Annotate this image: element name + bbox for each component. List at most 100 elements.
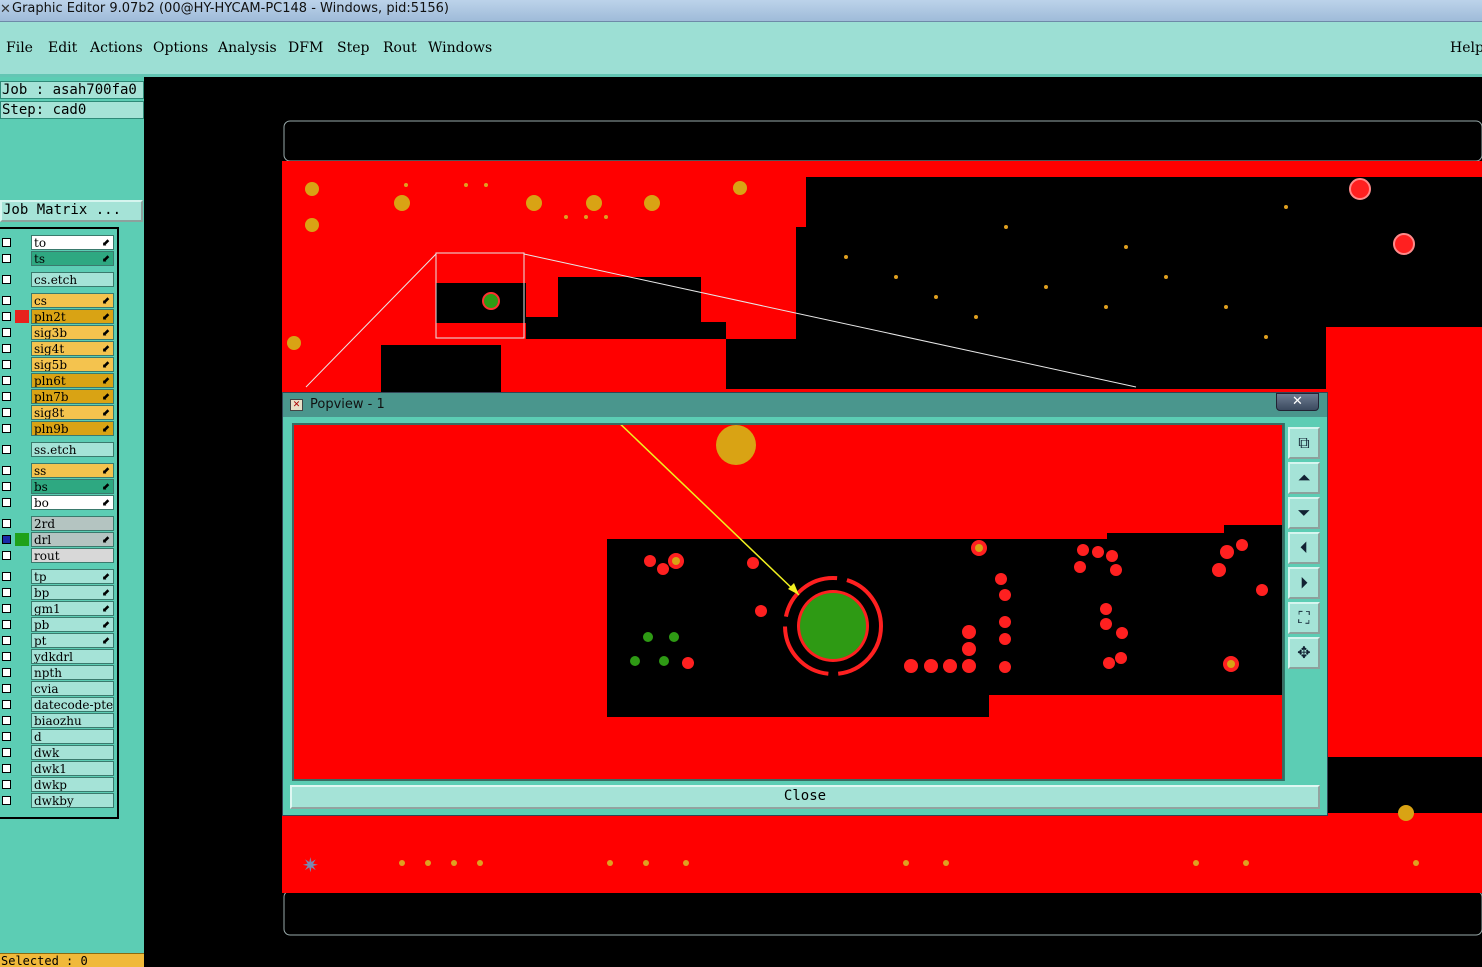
layer-name[interactable]: sig3b ⬋ [31, 325, 114, 340]
layer-row-ts[interactable]: ts ⬋ [0, 251, 116, 266]
layer-name[interactable]: biaozhu [31, 713, 114, 728]
layer-row-dwk1[interactable]: dwk1 [0, 761, 116, 776]
layer-checkbox[interactable] [2, 376, 11, 385]
layer-name[interactable]: dwk [31, 745, 114, 760]
layer-name[interactable]: ts ⬋ [31, 251, 114, 266]
zoom-home-icon[interactable]: ✥ [1288, 637, 1320, 669]
layer-name[interactable]: cvia [31, 681, 114, 696]
layer-row-sig4t[interactable]: sig4t ⬋ [0, 341, 116, 356]
menu-options[interactable]: Options [153, 40, 208, 56]
menu-edit[interactable]: Edit [48, 40, 77, 56]
layer-row-tp[interactable]: tp ⬋ [0, 569, 116, 584]
layer-name[interactable]: ss.etch [31, 442, 114, 457]
layer-row-pt[interactable]: pt ⬋ [0, 633, 116, 648]
layer-row-cs-etch[interactable]: cs.etch [0, 272, 116, 287]
menu-rout[interactable]: Rout [383, 40, 417, 56]
layer-name[interactable]: drl ⬋ [31, 532, 114, 547]
pan-up-icon[interactable]: ⏶ [1288, 462, 1320, 494]
layer-checkbox[interactable] [2, 796, 11, 805]
layer-name[interactable]: sig8t ⬋ [31, 405, 114, 420]
layer-row-pln7b[interactable]: pln7b ⬋ [0, 389, 116, 404]
menu-file[interactable]: File [6, 40, 33, 56]
layer-checkbox[interactable] [2, 328, 11, 337]
layer-checkbox[interactable] [2, 636, 11, 645]
layer-checkbox[interactable] [2, 360, 11, 369]
menu-analysis[interactable]: Analysis [218, 40, 277, 56]
layer-checkbox[interactable] [2, 572, 11, 581]
layer-name[interactable]: pt ⬋ [31, 633, 114, 648]
layer-checkbox[interactable] [2, 780, 11, 789]
layer-row-cs[interactable]: cs ⬋ [0, 293, 116, 308]
popview-close-icon[interactable]: ✕ [1276, 393, 1319, 411]
layer-name[interactable]: 2rd [31, 516, 114, 531]
layer-row-d[interactable]: d [0, 729, 116, 744]
layer-name[interactable]: bs ⬋ [31, 479, 114, 494]
layer-checkbox[interactable] [2, 668, 11, 677]
menu-dfm[interactable]: DFM [288, 40, 323, 56]
layer-checkbox[interactable] [2, 700, 11, 709]
layer-name[interactable]: pln7b ⬋ [31, 389, 114, 404]
layer-row-pln6t[interactable]: pln6t ⬋ [0, 373, 116, 388]
popview-close-button[interactable]: Close [290, 785, 1320, 809]
layer-checkbox[interactable] [2, 620, 11, 629]
pan-down-icon[interactable]: ⏷ [1288, 497, 1320, 529]
layer-checkbox[interactable] [2, 445, 11, 454]
pan-right-icon[interactable]: ⏵ [1288, 567, 1320, 599]
layer-name[interactable]: tp ⬋ [31, 569, 114, 584]
layer-name[interactable]: pln6t ⬋ [31, 373, 114, 388]
layer-row-dwkby[interactable]: dwkby [0, 793, 116, 808]
layer-checkbox[interactable] [2, 254, 11, 263]
layer-row-bo[interactable]: bo ⬋ [0, 495, 116, 510]
layer-name[interactable]: pb ⬋ [31, 617, 114, 632]
layer-name[interactable]: to ⬋ [31, 235, 114, 250]
layer-row-drl[interactable]: drl ⬋ [0, 532, 116, 547]
layer-name[interactable]: sig5b ⬋ [31, 357, 114, 372]
layer-checkbox[interactable] [2, 604, 11, 613]
layer-name[interactable]: pln2t ⬋ [31, 309, 114, 324]
layer-name[interactable]: ss ⬋ [31, 463, 114, 478]
menu-step[interactable]: Step [337, 40, 369, 56]
layer-checkbox[interactable] [2, 466, 11, 475]
layer-row-dwkp[interactable]: dwkp [0, 777, 116, 792]
menu-actions[interactable]: Actions [90, 40, 143, 56]
layer-row-pln9b[interactable]: pln9b ⬋ [0, 421, 116, 436]
layer-checkbox[interactable] [2, 312, 11, 321]
layer-name[interactable]: rout [31, 548, 114, 563]
layer-name[interactable]: cs.etch [31, 272, 114, 287]
layer-checkbox[interactable] [2, 424, 11, 433]
popview-titlebar[interactable]: ✕ Popview - 1 ✕ [283, 393, 1327, 417]
layer-row-ydkdrl[interactable]: ydkdrl [0, 649, 116, 664]
layer-row-pb[interactable]: pb ⬋ [0, 617, 116, 632]
pan-left-icon[interactable]: ⏴ [1288, 532, 1320, 564]
layer-name[interactable]: dwkp [31, 777, 114, 792]
menu-help[interactable]: Help [1450, 40, 1482, 56]
layer-row-bp[interactable]: bp ⬋ [0, 585, 116, 600]
layer-name[interactable]: dwkby [31, 793, 114, 808]
layer-checkbox[interactable] [2, 748, 11, 757]
layer-name[interactable]: d [31, 729, 114, 744]
layer-checkbox[interactable] [2, 482, 11, 491]
layer-row-rout[interactable]: rout [0, 548, 116, 563]
layer-row-to[interactable]: to ⬋ [0, 235, 116, 250]
layer-name[interactable]: pln9b ⬋ [31, 421, 114, 436]
layer-name[interactable]: dwk1 [31, 761, 114, 776]
layer-row-sig8t[interactable]: sig8t ⬋ [0, 405, 116, 420]
layer-row-gm1[interactable]: gm1 ⬋ [0, 601, 116, 616]
layer-row-ss[interactable]: ss ⬋ [0, 463, 116, 478]
layer-checkbox[interactable] [2, 551, 11, 560]
zoom-window-icon[interactable]: ⧉ [1288, 427, 1320, 459]
layer-row-biaozhu[interactable]: biaozhu [0, 713, 116, 728]
layer-checkbox[interactable] [2, 238, 11, 247]
layer-checkbox[interactable] [2, 764, 11, 773]
layer-checkbox[interactable] [2, 652, 11, 661]
layer-row-ss-etch[interactable]: ss.etch [0, 442, 116, 457]
layer-checkbox[interactable] [2, 498, 11, 507]
layer-checkbox[interactable] [2, 275, 11, 284]
layer-name[interactable]: ydkdrl [31, 649, 114, 664]
layer-row-2rd[interactable]: 2rd [0, 516, 116, 531]
layer-checkbox[interactable] [2, 296, 11, 305]
layer-checkbox[interactable] [2, 344, 11, 353]
layer-row-sig5b[interactable]: sig5b ⬋ [0, 357, 116, 372]
job-matrix-button[interactable]: Job Matrix ... [0, 200, 143, 222]
zoom-fit-icon[interactable]: ⛶ [1288, 602, 1320, 634]
